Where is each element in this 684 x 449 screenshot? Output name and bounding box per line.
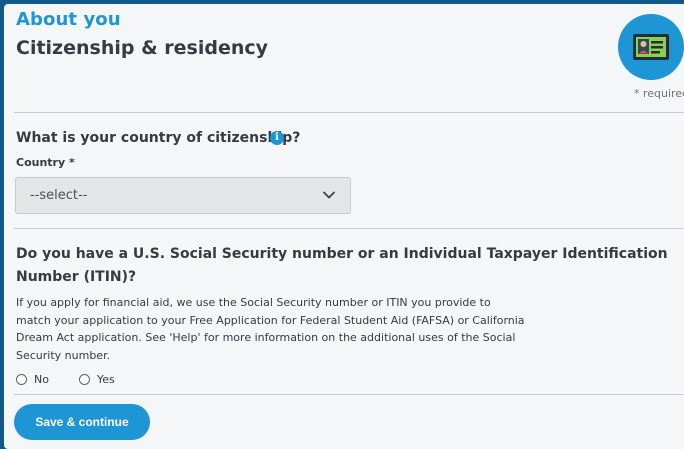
country-field-label: Country * [16,156,75,169]
ssn-description: If you apply for financial aid, we use t… [16,296,525,362]
citizenship-question: What is your country of citizenship? [16,130,301,146]
radio-no[interactable]: No [16,371,49,387]
save-continue-button[interactable]: Save & continue [14,404,150,440]
radio-yes[interactable]: Yes [79,371,115,387]
info-icon[interactable]: i [270,131,284,145]
radio-no-circle[interactable] [16,373,27,385]
section-label: About you [16,9,121,30]
chevron-down-icon [322,191,336,199]
required-note: * required [634,87,684,100]
radio-no-label[interactable]: No [34,373,49,386]
window-frame: About you Citizenship & residency * requ… [0,0,684,449]
radio-yes-label[interactable]: Yes [97,373,115,386]
divider [14,112,684,113]
country-select[interactable]: --select-- [15,177,351,214]
divider [14,228,684,229]
divider [14,394,684,395]
page-title: Citizenship & residency [16,37,269,59]
ssn-question: Do you have a U.S. Social Security numbe… [16,246,668,285]
country-select-value: --select-- [30,188,88,203]
radio-yes-circle[interactable] [79,373,90,385]
id-card-icon [618,14,684,80]
